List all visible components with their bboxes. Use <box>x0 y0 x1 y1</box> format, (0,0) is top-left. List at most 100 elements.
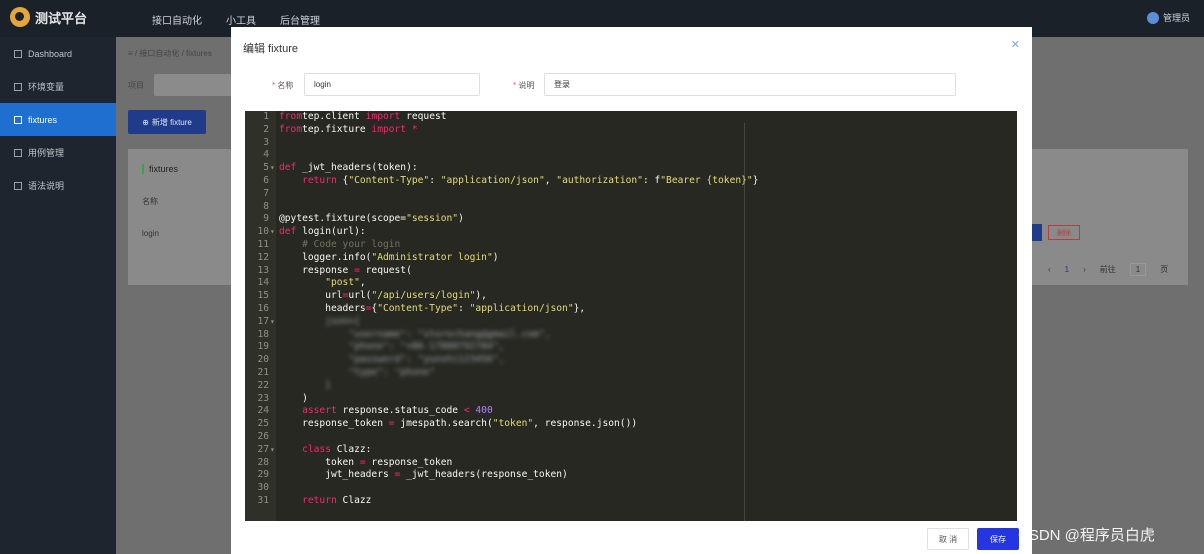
line-number: 18 <box>257 328 269 340</box>
line-number: 23 <box>257 392 269 404</box>
prev-page-icon[interactable]: ‹ <box>1048 265 1051 274</box>
goto-label: 前往 <box>1099 265 1116 274</box>
gear-icon <box>14 115 22 124</box>
sidebar-item-label: 语法说明 <box>28 181 65 191</box>
code-text: fromtep.client import request <box>279 111 447 122</box>
add-fixture-label: 新增 fixture <box>151 117 192 127</box>
location-icon <box>14 181 22 190</box>
sidebar-item-dashboard[interactable]: Dashboard <box>0 37 116 70</box>
line-number: 9 <box>263 213 269 225</box>
desc-label: * 说明 <box>513 81 535 90</box>
sidebar-item-label: Dashboard <box>28 48 73 59</box>
sidebar: Dashboard 环境变量 fixtures 用例管理 语法说明 <box>0 37 116 554</box>
line-number: 5 <box>263 162 269 174</box>
line-number: 30 <box>257 482 269 494</box>
save-button[interactable]: 保存 <box>977 528 1019 550</box>
breadcrumb-item[interactable]: 接口自动化 <box>139 49 179 58</box>
next-page-icon[interactable]: › <box>1083 265 1086 274</box>
sidebar-item-label: 用例管理 <box>28 148 65 158</box>
fold-arrow-icon[interactable]: ▾ <box>270 316 275 329</box>
line-number: 31 <box>257 494 269 506</box>
close-icon[interactable]: ✕ <box>1011 38 1020 51</box>
line-number: 14 <box>257 277 269 289</box>
line-number: 16 <box>257 302 269 314</box>
line-number: 28 <box>257 456 269 468</box>
desc-input[interactable]: 登录 <box>544 73 956 96</box>
logo[interactable]: 测试平台 <box>10 7 87 27</box>
breadcrumb-item: fixtures <box>186 49 212 58</box>
code-text: return {"Content-Type": "application/jso… <box>302 174 759 186</box>
watermark: CSDN @程序员白虎 <box>1018 527 1155 544</box>
code-text: response_token = jmespath.search("token"… <box>279 418 638 430</box>
line-number: 26 <box>257 430 269 442</box>
fold-arrow-icon[interactable]: ▾ <box>270 226 275 239</box>
delete-button[interactable]: 删除 <box>1048 225 1080 240</box>
sidebar-item-fixtures[interactable]: fixtures <box>0 103 116 136</box>
code-text: ) <box>279 392 308 404</box>
dialog-title: 编辑 fixture <box>243 43 299 55</box>
sidebar-item-cases[interactable]: 用例管理 <box>0 136 116 169</box>
code-text: token = response_token <box>279 456 453 468</box>
code-text: fromtep.fixture import * <box>279 123 418 135</box>
code-text: "type": "phone" <box>348 366 435 378</box>
page-unit: 页 <box>1160 265 1169 274</box>
sidebar-item-env-vars[interactable]: 环境变量 <box>0 70 116 103</box>
line-number: 1 <box>263 111 269 122</box>
sidebar-item-label: 环境变量 <box>28 82 65 92</box>
table-header-name: 名称 <box>142 197 158 206</box>
name-input[interactable]: login <box>304 73 480 96</box>
code-text: url=url("/api/users/login"), <box>279 290 487 302</box>
code-text: json={ <box>325 315 360 327</box>
code-text: def _jwt_headers(token): <box>279 162 418 174</box>
table-row-name: login <box>142 229 159 238</box>
page-number[interactable]: 1 <box>1065 265 1069 274</box>
code-editor[interactable]: 1 fromtep.client import request 2 fromtep.f… <box>245 111 1017 521</box>
code-text: logger.info("Administrator login") <box>279 251 499 263</box>
code-text: # Code your login <box>302 238 401 250</box>
panel-title: fixtures <box>142 164 178 174</box>
line-number: 12 <box>257 251 269 263</box>
app-title: 测试平台 <box>35 10 88 26</box>
menu-toggle-icon[interactable]: ≡ <box>128 49 133 58</box>
project-label: 项目 <box>128 81 144 90</box>
magnifier-logo-icon <box>10 7 30 27</box>
code-text: return Clazz <box>302 494 372 506</box>
line-number: 27 <box>257 443 269 455</box>
line-number: 7 <box>263 187 269 199</box>
line-number: 11 <box>257 238 269 250</box>
line-number: 20 <box>257 354 269 366</box>
code-text: headers={"Content-Type": "application/js… <box>279 302 586 314</box>
add-fixture-button[interactable]: ⊕ 新增 fixture <box>128 110 206 134</box>
plus-icon: ⊕ <box>142 117 149 127</box>
code-text: "phone": "+86-17800792784", <box>348 341 505 353</box>
code-text: } <box>325 379 331 391</box>
line-number: 2 <box>263 123 269 135</box>
line-number: 24 <box>257 405 269 417</box>
user-avatar-icon <box>1146 11 1159 24</box>
code-text: class Clazz: <box>302 443 372 455</box>
name-label: * 名称 <box>272 81 294 90</box>
bar-chart-icon <box>14 49 22 58</box>
user-menu[interactable]: 管理员 <box>1146 11 1190 24</box>
sidebar-item-syntax[interactable]: 语法说明 <box>0 169 116 202</box>
code-text: "password": "yunshi123456", <box>348 354 505 366</box>
line-number: 10 <box>257 226 269 238</box>
nav-admin[interactable]: 后台管理 <box>280 12 320 27</box>
code-text: "username": "storechang@gmail.com", <box>348 328 551 340</box>
nav-api-automation[interactable]: 接口自动化 <box>152 12 202 27</box>
line-number: 29 <box>257 469 269 481</box>
line-number: 3 <box>263 136 269 148</box>
pagination: ‹ 1 › 前往 1 页 <box>1048 263 1168 276</box>
nav-tools[interactable]: 小工具 <box>226 12 256 27</box>
line-number: 25 <box>257 418 269 430</box>
line-number: 19 <box>257 341 269 353</box>
page-input[interactable]: 1 <box>1129 263 1147 276</box>
code-text: jwt_headers = _jwt_headers(response_toke… <box>279 469 568 481</box>
code-text: @pytest.fixture(scope="session") <box>279 213 464 225</box>
edit-fixture-dialog: 编辑 fixture ✕ * 名称 login * 说明 登录 1 fromtep… <box>231 27 1032 554</box>
code-text: "post", <box>325 277 366 289</box>
fold-arrow-icon[interactable]: ▾ <box>270 444 275 457</box>
cancel-button[interactable]: 取 消 <box>927 528 969 550</box>
fold-arrow-icon[interactable]: ▾ <box>270 162 275 175</box>
code-text: assert response.status_code < 400 <box>302 405 493 417</box>
